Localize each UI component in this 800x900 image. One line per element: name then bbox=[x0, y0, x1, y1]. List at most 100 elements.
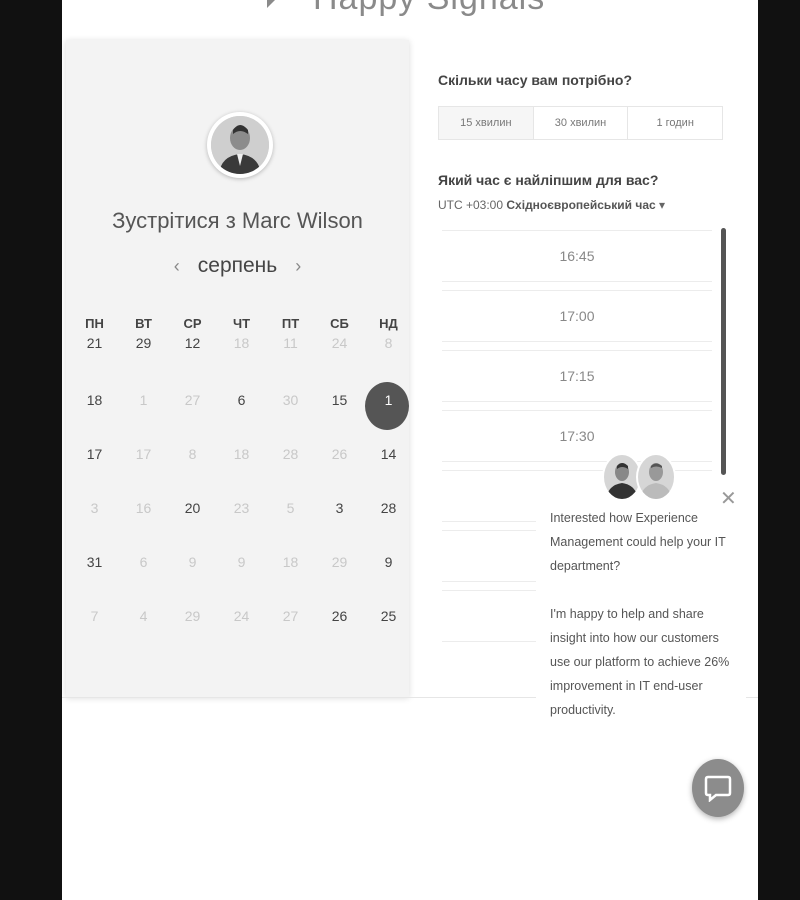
calendar-week: 18 1 27 6 30 15 1 bbox=[70, 382, 413, 444]
meet-title: Зустрітися з Marc Wilson bbox=[112, 208, 363, 233]
calendar-day-number: 3 bbox=[90, 500, 99, 516]
calendar-day: 9 bbox=[168, 552, 217, 606]
weekday-label: ЧТ bbox=[232, 316, 251, 331]
weekday-label: НД bbox=[379, 316, 398, 331]
chat-launcher-button[interactable] bbox=[692, 759, 744, 817]
calendar-day[interactable]: 14 bbox=[364, 444, 413, 498]
time-question: Який час є найліпшим для вас? bbox=[438, 172, 659, 188]
calendar-day-number: 26 bbox=[331, 608, 348, 624]
calendar-day-number: 30 bbox=[282, 392, 299, 408]
timezone-select[interactable]: UTC +03:00 Східноєвропейський час ▾ bbox=[438, 198, 665, 212]
calendar-day: 9 bbox=[217, 552, 266, 606]
calendar-day-number: 5 bbox=[286, 500, 295, 516]
duration-selector: 15 хвилин 30 хвилин 1 годин bbox=[438, 106, 723, 140]
prev-month-button[interactable]: ‹ bbox=[174, 256, 180, 277]
calendar-day-number: 11 bbox=[283, 335, 298, 351]
calendar-day[interactable]: 9 bbox=[364, 552, 413, 606]
popup-avatars bbox=[602, 453, 676, 501]
calendar-day: 29 bbox=[315, 552, 364, 606]
calendar-day: 24 bbox=[217, 606, 266, 660]
weekday-label: СР bbox=[183, 316, 202, 331]
calendar-day-number: 28 bbox=[282, 446, 299, 462]
calendar-day[interactable]: 6 bbox=[217, 390, 266, 444]
calendar-day-number: 15 bbox=[331, 392, 348, 408]
popup-paragraph: I'm happy to help and share insight into… bbox=[550, 607, 730, 717]
calendar-day-number: 24 bbox=[233, 608, 250, 624]
calendar-week: 3 16 20 23 5 3 28 bbox=[70, 498, 413, 552]
calendar-day[interactable]: 20 bbox=[168, 498, 217, 552]
calendar-day-number: 20 bbox=[184, 500, 201, 516]
calendar-day: 18 bbox=[217, 444, 266, 498]
timezone-name: Східноєвропейський час bbox=[506, 198, 656, 212]
calendar-day-number: 8 bbox=[384, 335, 393, 351]
calendar-day-number: 12 bbox=[184, 335, 201, 351]
calendar-day: 29 bbox=[168, 606, 217, 660]
calendar-day-number: 27 bbox=[184, 392, 201, 408]
calendar-day[interactable]: 21 bbox=[70, 336, 119, 390]
page: Happy Signals Зустрітися з Marc Wilson ‹… bbox=[62, 0, 758, 900]
duration-question: Скільки часу вам потрібно? bbox=[438, 72, 633, 88]
weekday-label: СБ bbox=[330, 316, 349, 331]
calendar-day-number: 6 bbox=[139, 554, 148, 570]
calendar-day: 24 bbox=[315, 336, 364, 390]
calendar-day-number: 1 bbox=[139, 392, 148, 408]
calendar-day-number: 25 bbox=[380, 608, 397, 624]
calendar-day[interactable]: 18 bbox=[70, 390, 119, 444]
popup-paragraph: Interested how Experience Management cou… bbox=[550, 511, 726, 573]
month-nav: ‹ серпень › bbox=[66, 254, 409, 278]
calendar-day-number: 9 bbox=[188, 554, 197, 570]
calendar-day: 26 bbox=[315, 444, 364, 498]
calendar-day[interactable]: 31 bbox=[70, 552, 119, 606]
calendar-day: 5 bbox=[266, 498, 315, 552]
person-icon bbox=[606, 463, 638, 499]
calendar-day-number: 23 bbox=[233, 500, 250, 516]
calendar-day[interactable]: 28 bbox=[364, 498, 413, 552]
weekday-label: ПН bbox=[85, 316, 104, 331]
calendar-day-number: 17 bbox=[86, 446, 103, 462]
calendar-day-number: 4 bbox=[139, 608, 148, 624]
person-icon bbox=[211, 116, 269, 174]
logo-text: Happy Signals bbox=[313, 0, 545, 18]
calendar-day[interactable]: 26 bbox=[315, 606, 364, 660]
calendar-day: 7 bbox=[70, 606, 119, 660]
calendar-day-number: 8 bbox=[188, 446, 197, 462]
calendar-day-number: 6 bbox=[237, 392, 246, 408]
calendar-day-number: 7 bbox=[90, 608, 99, 624]
calendar-day[interactable]: 25 bbox=[364, 606, 413, 660]
calendar-day-number: 21 bbox=[86, 335, 103, 351]
calendar-grid: 21 29 12 18 11 24 8 18 1 27 6 30 15 1 17 17 8 18 28 26 14 3 16… bbox=[70, 336, 413, 660]
calendar-day-selected[interactable]: 1 bbox=[364, 382, 413, 444]
calendar-day-number: 18 bbox=[233, 446, 250, 462]
calendar-day[interactable]: 12 bbox=[168, 336, 217, 390]
calendar-day[interactable]: 17 bbox=[70, 444, 119, 498]
calendar-day[interactable]: 15 bbox=[315, 390, 364, 444]
duration-option[interactable]: 15 хвилин bbox=[439, 107, 534, 139]
next-month-button[interactable]: › bbox=[295, 256, 301, 277]
calendar-day-number: 14 bbox=[380, 446, 397, 462]
duration-option[interactable]: 1 годин bbox=[628, 107, 722, 139]
calendar-week: 21 29 12 18 11 24 8 bbox=[70, 336, 413, 390]
calendar-week: 17 17 8 18 28 26 14 bbox=[70, 444, 413, 498]
weekday-label: ПТ bbox=[281, 316, 300, 331]
calendar-day-number: 1 bbox=[384, 392, 393, 408]
calendar-day: 1 bbox=[119, 390, 168, 444]
calendar-day-number: 16 bbox=[135, 500, 152, 516]
calendar-day[interactable]: 29 bbox=[119, 336, 168, 390]
calendar-day-number: 18 bbox=[282, 554, 299, 570]
time-slot[interactable]: 17:15 bbox=[442, 350, 712, 402]
calendar-day: 3 bbox=[70, 498, 119, 552]
calendar-day: 11 bbox=[266, 336, 315, 390]
calendar-day-number: 29 bbox=[135, 335, 152, 351]
calendar-day-number: 26 bbox=[331, 446, 348, 462]
calendar-day: 27 bbox=[266, 606, 315, 660]
calendar-day[interactable]: 3 bbox=[315, 498, 364, 552]
calendar-day-number: 29 bbox=[184, 608, 201, 624]
duration-option[interactable]: 30 хвилин bbox=[534, 107, 629, 139]
scrollbar[interactable] bbox=[721, 228, 726, 475]
timezone-offset: UTC +03:00 bbox=[438, 198, 504, 212]
calendar-day: 23 bbox=[217, 498, 266, 552]
person-icon bbox=[640, 463, 672, 499]
calendar-day-number: 18 bbox=[233, 335, 250, 351]
time-slot[interactable]: 17:00 bbox=[442, 290, 712, 342]
time-slot[interactable]: 16:45 bbox=[442, 230, 712, 282]
